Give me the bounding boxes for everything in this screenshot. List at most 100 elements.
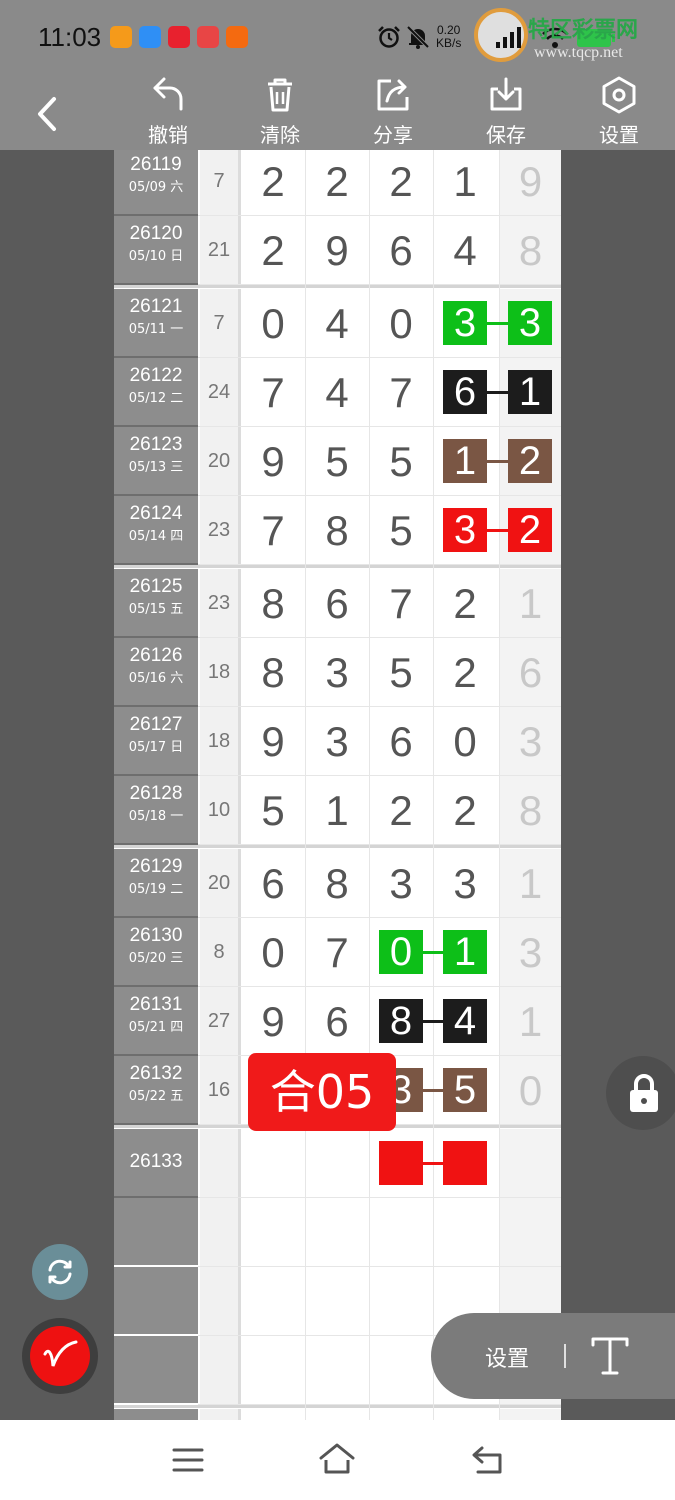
column-divider xyxy=(305,150,306,1420)
issue-cell xyxy=(114,1336,198,1403)
issue-cell: 26131 05/21 四 xyxy=(114,987,198,1054)
digit-cell: 0 xyxy=(389,300,413,347)
table-row[interactable]: 26131 05/21 四 27 96841 xyxy=(114,987,561,1056)
digit-cell: 7 xyxy=(261,507,285,554)
issue-date: 05/14 四 xyxy=(128,529,184,544)
digit-cell: 5 xyxy=(389,507,413,554)
settings-label: 设置 xyxy=(599,123,639,147)
app-icon-4 xyxy=(197,26,219,48)
issue-number: 26123 xyxy=(129,434,183,455)
sum-cell: 7 xyxy=(200,289,238,358)
digit-cell: 2 xyxy=(261,227,285,274)
highlight-connector xyxy=(423,1162,443,1165)
clear-button[interactable]: 清除 xyxy=(245,75,315,150)
issue-cell: 26129 05/19 二 xyxy=(114,849,198,916)
issue-cell: 26123 05/13 三 xyxy=(114,427,198,494)
issue-number: 26130 xyxy=(129,925,183,946)
highlight-box: 2 xyxy=(508,508,552,552)
issue-cell: 26124 05/14 四 xyxy=(114,496,198,563)
highlight-connector xyxy=(487,391,508,394)
issue-date: 05/09 六 xyxy=(128,180,184,195)
issue-number: 26133 xyxy=(129,1151,183,1172)
table-row[interactable]: 26119 05/09 六722219 xyxy=(114,150,561,216)
mute-bell-icon xyxy=(406,25,430,49)
digit-cell: 2 xyxy=(453,580,477,627)
text-tool-icon[interactable] xyxy=(589,1333,631,1379)
signal-icon xyxy=(496,27,521,48)
sum-cell: 18 xyxy=(200,638,238,707)
navigation-bar xyxy=(0,1420,675,1500)
issue-number: 26132 xyxy=(129,1063,183,1084)
table-row[interactable]: 26127 05/17 日 18 9 3 6 0 3 xyxy=(114,707,561,776)
digit-cell: 5 xyxy=(389,438,413,485)
settings-button[interactable]: 设置 xyxy=(584,75,654,150)
highlight-box: 5 xyxy=(443,1068,487,1112)
floating-settings-label[interactable]: 设置 xyxy=(485,1341,529,1373)
last-digit-cell: 6 xyxy=(500,638,561,707)
highlight-connector xyxy=(423,951,443,954)
table-row[interactable]: 26125 05/15 五 23 8 6 7 2 1 xyxy=(114,569,561,638)
column-divider xyxy=(433,150,434,1420)
last-digit-cell: 1 xyxy=(500,569,561,638)
menu-icon[interactable] xyxy=(172,1446,204,1474)
table-row[interactable]: 26133 xyxy=(114,1129,561,1198)
issue-number: 26127 xyxy=(129,714,183,735)
issue-number: 26129 xyxy=(129,856,183,877)
sum-cell: 18 xyxy=(200,707,238,776)
highlight-box: 3 xyxy=(508,301,552,345)
sum-cell: 16 xyxy=(200,1056,238,1125)
empty-row xyxy=(114,1198,561,1267)
trend-table[interactable]: 26119 05/09 六 7 2 2 2 1 9 26120 05/10 日 21 2 9 6 4 8 261… xyxy=(114,150,561,1420)
sum-cell xyxy=(200,1267,238,1336)
last-digit-cell: 3 xyxy=(500,707,561,776)
group-separator xyxy=(114,845,561,848)
table-row[interactable]: 26120 05/10 日 21 2 9 6 4 8 xyxy=(114,216,561,285)
issue-cell: 26125 05/15 五 xyxy=(114,569,198,636)
issue-date: 05/12 二 xyxy=(128,391,184,406)
save-button[interactable]: 保存 xyxy=(471,75,541,150)
empty-row xyxy=(114,1409,561,1420)
share-button[interactable]: 分享 xyxy=(358,75,428,150)
issue-cell xyxy=(114,1409,198,1420)
table-row[interactable]: 26126 05/16 六 18 8 3 5 2 6 xyxy=(114,638,561,707)
group-separator xyxy=(114,1405,561,1408)
highlight-connector xyxy=(423,1089,443,1092)
back-button[interactable] xyxy=(28,87,68,137)
toolbar: 撤销 清除 分享 保存 设置 xyxy=(0,75,675,150)
last-digit-cell: 1 xyxy=(500,849,561,918)
network-speed: 0.20 KB/s xyxy=(436,24,461,50)
issue-number: 26124 xyxy=(129,503,183,524)
issue-cell: 26130 05/20 三 xyxy=(114,918,198,985)
pen-button-face xyxy=(30,1326,90,1386)
back-icon[interactable] xyxy=(470,1444,506,1476)
digit-cell: 9 xyxy=(261,718,285,765)
table-row[interactable]: 2613005/20 三807013 xyxy=(114,918,561,987)
floating-settings-pill[interactable]: 设置 xyxy=(431,1313,675,1399)
refresh-button[interactable] xyxy=(32,1244,88,1300)
table-row[interactable]: 26129 05/19 二 20 6 8 3 3 1 xyxy=(114,849,561,918)
download-icon xyxy=(490,77,522,111)
digit-cell: 2 xyxy=(325,158,349,205)
pen-button[interactable] xyxy=(22,1318,98,1394)
last-digit-cell: 8 xyxy=(500,776,561,845)
digit-cell: 6 xyxy=(389,227,413,274)
highlight-connector xyxy=(487,322,508,325)
lock-button[interactable] xyxy=(606,1056,675,1130)
chevron-left-icon xyxy=(38,97,56,131)
pen-icon xyxy=(43,1340,78,1367)
digit-cell: 6 xyxy=(325,580,349,627)
sum-cell: 7 xyxy=(200,150,238,216)
issue-cell: 26133 xyxy=(114,1129,198,1196)
app-icon-1 xyxy=(110,26,132,48)
last-digit-cell xyxy=(500,1129,561,1198)
issue-date: 05/10 日 xyxy=(128,249,184,264)
clear-label: 清除 xyxy=(260,123,300,147)
table-row[interactable]: 26128 05/18 一 10 5 1 2 2 8 xyxy=(114,776,561,845)
column-separator xyxy=(238,1267,241,1336)
last-digit-cell: 3 xyxy=(500,918,561,987)
home-icon[interactable] xyxy=(318,1442,356,1476)
status-bar: 11:03 0.20 KB/s 特区彩票网 www.tqcp.net xyxy=(0,0,675,75)
watermark-title: 特区彩票网 xyxy=(528,17,639,42)
issue-date: 05/21 四 xyxy=(128,1020,184,1035)
undo-button[interactable]: 撤销 xyxy=(133,75,203,150)
